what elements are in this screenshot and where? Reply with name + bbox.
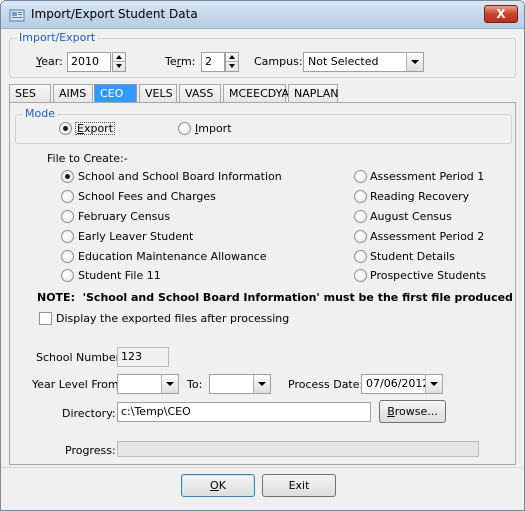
option-school-board-label[interactable]: School and School Board Information [78, 170, 282, 183]
option-assessment-1-label[interactable]: Assessment Period 1 [370, 170, 484, 183]
option-school-fees-label[interactable]: School Fees and Charges [78, 190, 216, 203]
tab-vass[interactable]: VASS [179, 84, 221, 103]
chevron-down-icon [166, 382, 174, 386]
option-school-board-radio[interactable] [61, 170, 74, 183]
option-student-details-radio[interactable] [354, 250, 367, 263]
option-reading-recovery-label[interactable]: Reading Recovery [370, 190, 469, 203]
year-spin-down[interactable] [113, 62, 125, 71]
arrow-up-icon [229, 55, 235, 59]
campus-select[interactable]: Not Selected [303, 52, 424, 72]
window-title: Import/Export Student Data [31, 7, 198, 21]
year-level-to-select[interactable] [209, 374, 271, 394]
option-early-leaver-radio[interactable] [61, 230, 74, 243]
app-icon [9, 9, 25, 22]
option-aug-census-radio[interactable] [354, 210, 367, 223]
term-spinner[interactable] [225, 52, 239, 72]
arrow-up-icon [116, 55, 122, 59]
option-feb-census-label[interactable]: February Census [78, 210, 170, 223]
export-label[interactable]: Export [75, 122, 116, 135]
year-label: Year: [36, 55, 63, 68]
chevron-down-icon [411, 60, 419, 64]
year-level-from-select[interactable] [117, 374, 179, 394]
option-school-fees-radio[interactable] [61, 190, 74, 203]
tab-mceecdya[interactable]: MCEECDYA [223, 84, 289, 103]
option-aug-census-label[interactable]: August Census [370, 210, 452, 223]
directory-label: Directory: [62, 407, 116, 420]
option-student-file-radio[interactable] [61, 269, 74, 282]
arrow-down-icon [116, 64, 122, 68]
option-prospective-radio[interactable] [354, 269, 367, 282]
option-student-file-label[interactable]: Student File 11 [78, 269, 161, 282]
directory-input[interactable]: c:\Temp\CEO [117, 402, 371, 422]
dialog-window: Import/Export Student Data X Import/Expo… [0, 0, 525, 511]
term-input[interactable]: 2 [201, 52, 225, 72]
chevron-down-icon [430, 382, 438, 386]
term-spin-down[interactable] [226, 62, 238, 71]
option-assessment-2-label[interactable]: Assessment Period 2 [370, 230, 484, 243]
file-to-create-label: File to Create:- [47, 152, 128, 165]
tab-naplan[interactable]: NAPLAN [288, 84, 339, 103]
campus-dropdown-button[interactable] [406, 53, 423, 71]
option-prospective-label[interactable]: Prospective Students [370, 269, 486, 282]
term-label: Term: [165, 55, 196, 68]
campus-label: Campus: [254, 55, 303, 68]
campus-value: Not Selected [308, 55, 379, 68]
option-early-leaver-label[interactable]: Early Leaver Student [78, 230, 193, 243]
close-button[interactable]: X [484, 5, 518, 23]
option-assessment-1-radio[interactable] [354, 170, 367, 183]
option-ema-label[interactable]: Education Maintenance Allowance [78, 250, 267, 263]
year-spin-up[interactable] [113, 53, 125, 62]
school-number-field: 123 [117, 347, 169, 367]
export-radio[interactable] [59, 122, 72, 135]
tab-ses[interactable]: SES [9, 84, 51, 103]
exit-button[interactable]: Exit [262, 474, 336, 497]
year-level-to-label: To: [187, 378, 203, 391]
year-input[interactable]: 2010 [67, 52, 111, 72]
option-student-details-label[interactable]: Student Details [370, 250, 455, 263]
option-feb-census-radio[interactable] [61, 210, 74, 223]
year-level-from-dropdown-button[interactable] [161, 375, 178, 393]
year-level-from-label: Year Level From: [32, 378, 123, 391]
option-assessment-2-radio[interactable] [354, 230, 367, 243]
option-reading-recovery-radio[interactable] [354, 190, 367, 203]
mode-legend: Mode [23, 107, 57, 120]
browse-button[interactable]: Browse... [379, 400, 446, 423]
tab-ceo[interactable]: CEO [94, 84, 137, 103]
display-after-label[interactable]: Display the exported files after process… [56, 312, 289, 325]
progress-label: Progress: [65, 444, 116, 457]
note-text: NOTE: 'School and School Board Informati… [37, 291, 513, 304]
display-after-checkbox[interactable] [39, 312, 52, 325]
import-label[interactable]: Import [195, 122, 232, 135]
process-date-dropdown-button[interactable] [425, 375, 442, 393]
year-level-to-dropdown-button[interactable] [253, 375, 270, 393]
import-radio[interactable] [178, 122, 191, 135]
arrow-down-icon [229, 64, 235, 68]
process-date-value: 07/06/2012 [366, 377, 430, 390]
ok-button[interactable]: OK [181, 474, 255, 497]
import-export-legend: Import/Export [17, 31, 98, 44]
close-icon: X [496, 7, 506, 21]
school-number-label: School Number: [36, 351, 124, 364]
year-spinner[interactable] [112, 52, 126, 72]
option-ema-radio[interactable] [61, 250, 74, 263]
process-date-label: Process Date: [288, 378, 364, 391]
term-spin-up[interactable] [226, 53, 238, 62]
tab-vels[interactable]: VELS [139, 84, 177, 103]
title-bar[interactable]: Import/Export Student Data X [1, 1, 524, 29]
progress-bar [117, 441, 479, 457]
tab-aims[interactable]: AIMS [53, 84, 93, 103]
process-date-picker[interactable]: 07/06/2012 [361, 374, 443, 394]
chevron-down-icon [258, 382, 266, 386]
